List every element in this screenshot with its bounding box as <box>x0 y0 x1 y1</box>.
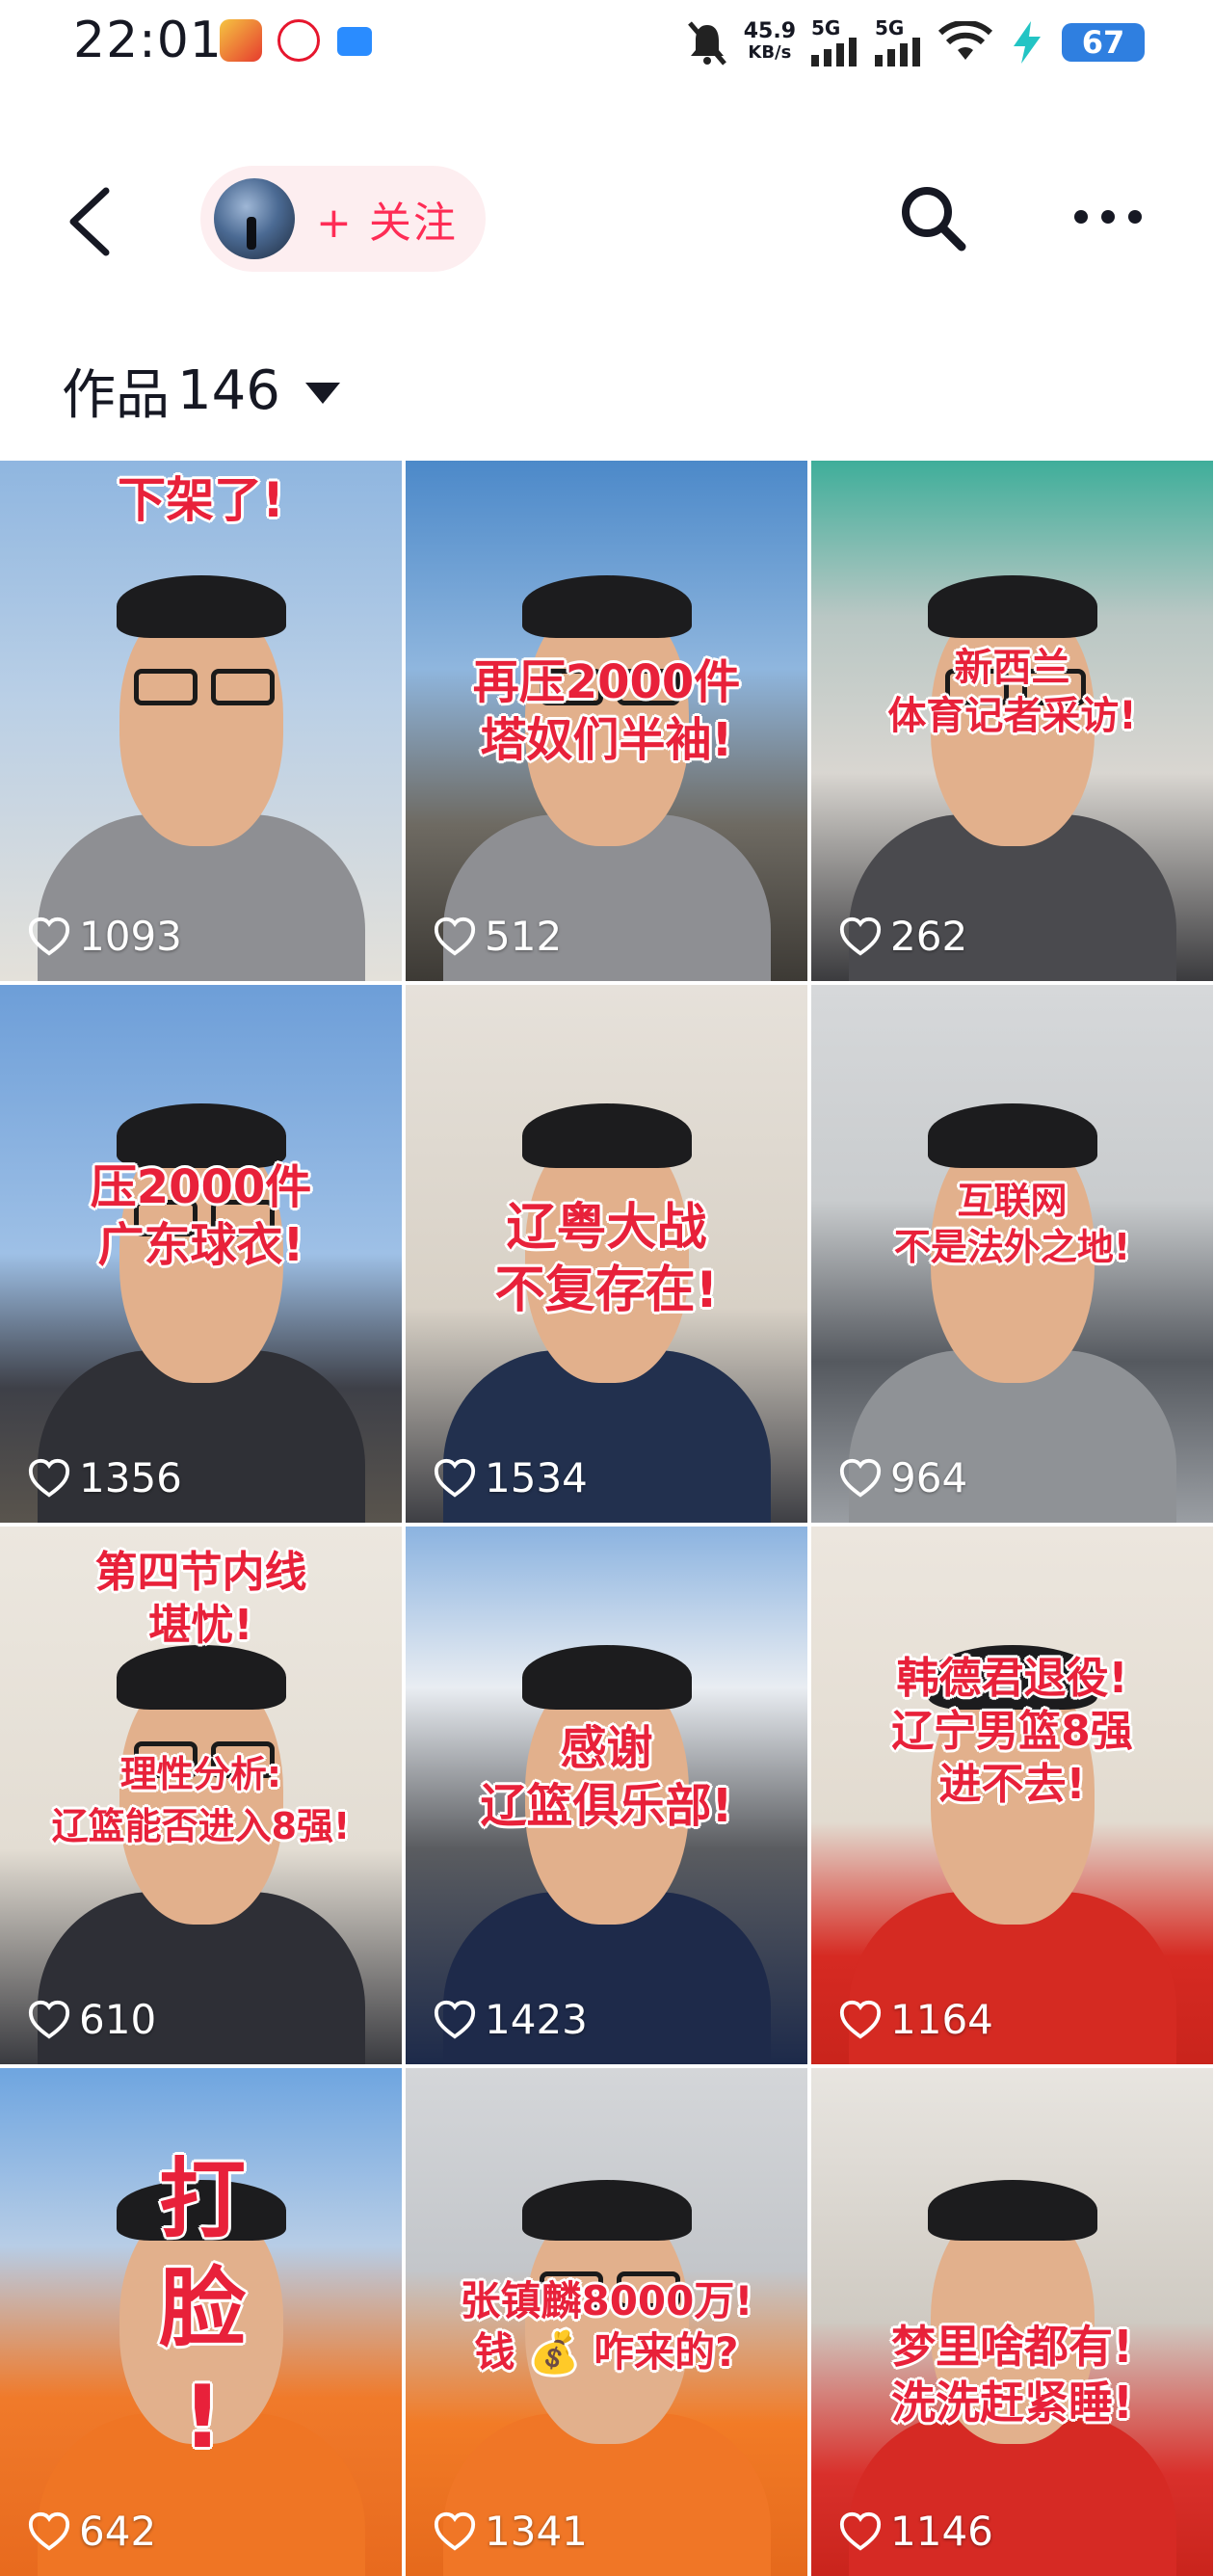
charging-bolt-icon <box>1014 21 1041 64</box>
video-tile[interactable]: 打 脸 ! 642 <box>0 2068 402 2576</box>
video-caption: 下架了! <box>118 472 284 528</box>
like-count-value: 512 <box>485 913 563 960</box>
heart-outline-icon <box>28 2511 70 2551</box>
heart-outline-icon <box>434 2000 476 2039</box>
like-count-value: 1534 <box>485 1454 588 1501</box>
heart-outline-icon <box>28 916 70 956</box>
video-tile[interactable]: 梦里啥都有! 洗洗赶紧睡! 1146 <box>811 2068 1213 2576</box>
status-bar: 22:01 45.9 KB/s 5G 5G 67 <box>0 0 1214 87</box>
video-tile[interactable]: 下架了! 1093 <box>0 461 402 981</box>
avatar[interactable] <box>214 178 295 259</box>
heart-outline-icon <box>434 916 476 956</box>
follow-label: + 关注 <box>316 199 458 248</box>
like-count: 1093 <box>27 913 182 960</box>
works-label: 作品 <box>62 363 170 427</box>
heart-outline-icon <box>28 2000 70 2039</box>
video-tile[interactable]: 互联网 不是法外之地! 964 <box>811 985 1213 1523</box>
mute-bell-icon <box>687 21 726 66</box>
video-tile[interactable]: 张镇麟8000万! 钱 💰 咋来的? 1341 <box>406 2068 807 2576</box>
video-caption: 梦里啥都有! 洗洗赶紧睡! <box>891 2321 1133 2429</box>
profile-nav-bar: + 关注 <box>0 154 1214 279</box>
video-tile[interactable]: 再压2000件 塔奴们半袖! 512 <box>406 461 807 981</box>
signal-5g-2: 5G <box>875 18 923 66</box>
search-icon[interactable] <box>896 181 969 254</box>
like-count: 642 <box>27 2508 156 2555</box>
like-count-value: 1356 <box>79 1454 182 1501</box>
like-count: 1423 <box>433 1996 588 2043</box>
video-caption: 压2000件 广东球衣! <box>90 1160 312 1272</box>
video-caption: 互联网 不是法外之地! <box>893 1180 1131 1268</box>
battery-indicator: 67 <box>1062 23 1145 62</box>
video-caption: 感谢 辽篮俱乐部! <box>480 1721 733 1833</box>
like-count: 1341 <box>433 2508 588 2555</box>
weibo-icon <box>277 19 320 62</box>
like-count-value: 1093 <box>79 913 182 960</box>
video-caption: 打 脸 ! <box>159 2149 246 2468</box>
chat-app-icon <box>337 27 372 56</box>
heart-outline-icon <box>839 2511 882 2551</box>
signal-bars-icon <box>875 38 920 66</box>
video-caption: 辽粤大战 不复存在! <box>494 1199 719 1319</box>
video-caption: 新西兰 体育记者采访! <box>887 646 1137 738</box>
follow-button[interactable]: + 关注 <box>200 166 486 272</box>
like-count: 1146 <box>838 2508 993 2555</box>
video-tile[interactable]: 韩德君退役! 辽宁男篮8强 进不去! 1164 <box>811 1527 1213 2064</box>
like-count: 610 <box>27 1996 156 2043</box>
video-caption: 第四节内线 堪忧! <box>94 1548 307 1650</box>
heart-outline-icon <box>839 2000 882 2039</box>
back-arrow-icon[interactable] <box>58 183 125 260</box>
video-caption-secondary: 理性分析: 辽篮能否进入8强! <box>51 1753 351 1847</box>
heart-outline-icon <box>434 1458 476 1498</box>
video-caption: 张镇麟8000万! 钱 💰 咋来的? <box>460 2277 753 2376</box>
like-count-value: 262 <box>890 913 968 960</box>
network-speed: 45.9 KB/s <box>743 19 796 64</box>
like-count: 1534 <box>433 1454 588 1501</box>
signal-bars-icon <box>811 38 857 66</box>
like-count: 512 <box>433 913 562 960</box>
signal-5g-1: 5G <box>811 18 859 66</box>
works-filter[interactable]: 作品 146 <box>62 347 340 434</box>
video-tile[interactable]: 第四节内线 堪忧! 理性分析: 辽篮能否进入8强! 610 <box>0 1527 402 2064</box>
like-count-value: 1164 <box>890 1996 993 2043</box>
heart-outline-icon <box>434 2511 476 2551</box>
like-count-value: 1341 <box>485 2508 588 2555</box>
like-count-value: 610 <box>79 1996 157 2043</box>
wifi-icon <box>938 21 992 60</box>
video-caption: 韩德君退役! 辽宁男篮8强 进不去! <box>891 1654 1133 1809</box>
video-tile[interactable]: 压2000件 广东球衣! 1356 <box>0 985 402 1523</box>
like-count: 1356 <box>27 1454 182 1501</box>
video-tile[interactable]: 辽粤大战 不复存在! 1534 <box>406 985 807 1523</box>
like-count-value: 642 <box>79 2508 157 2555</box>
video-caption: 再压2000件 塔奴们半袖! <box>472 655 741 767</box>
dropdown-caret-icon <box>304 383 340 404</box>
video-tile[interactable]: 新西兰 体育记者采访! 262 <box>811 461 1213 981</box>
heart-outline-icon <box>839 1458 882 1498</box>
more-options-icon[interactable] <box>1069 193 1147 241</box>
app-notification-icon <box>220 19 262 62</box>
like-count: 1164 <box>838 1996 993 2043</box>
like-count: 964 <box>838 1454 967 1501</box>
like-count: 262 <box>838 913 967 960</box>
heart-outline-icon <box>839 916 882 956</box>
status-time: 22:01 <box>73 12 223 69</box>
person-figure <box>28 461 375 981</box>
like-count-value: 1423 <box>485 1996 588 2043</box>
video-tile[interactable]: 感谢 辽篮俱乐部! 1423 <box>406 1527 807 2064</box>
like-count-value: 1146 <box>890 2508 993 2555</box>
works-count: 146 <box>177 359 280 422</box>
heart-outline-icon <box>28 1458 70 1498</box>
like-count-value: 964 <box>890 1454 968 1501</box>
